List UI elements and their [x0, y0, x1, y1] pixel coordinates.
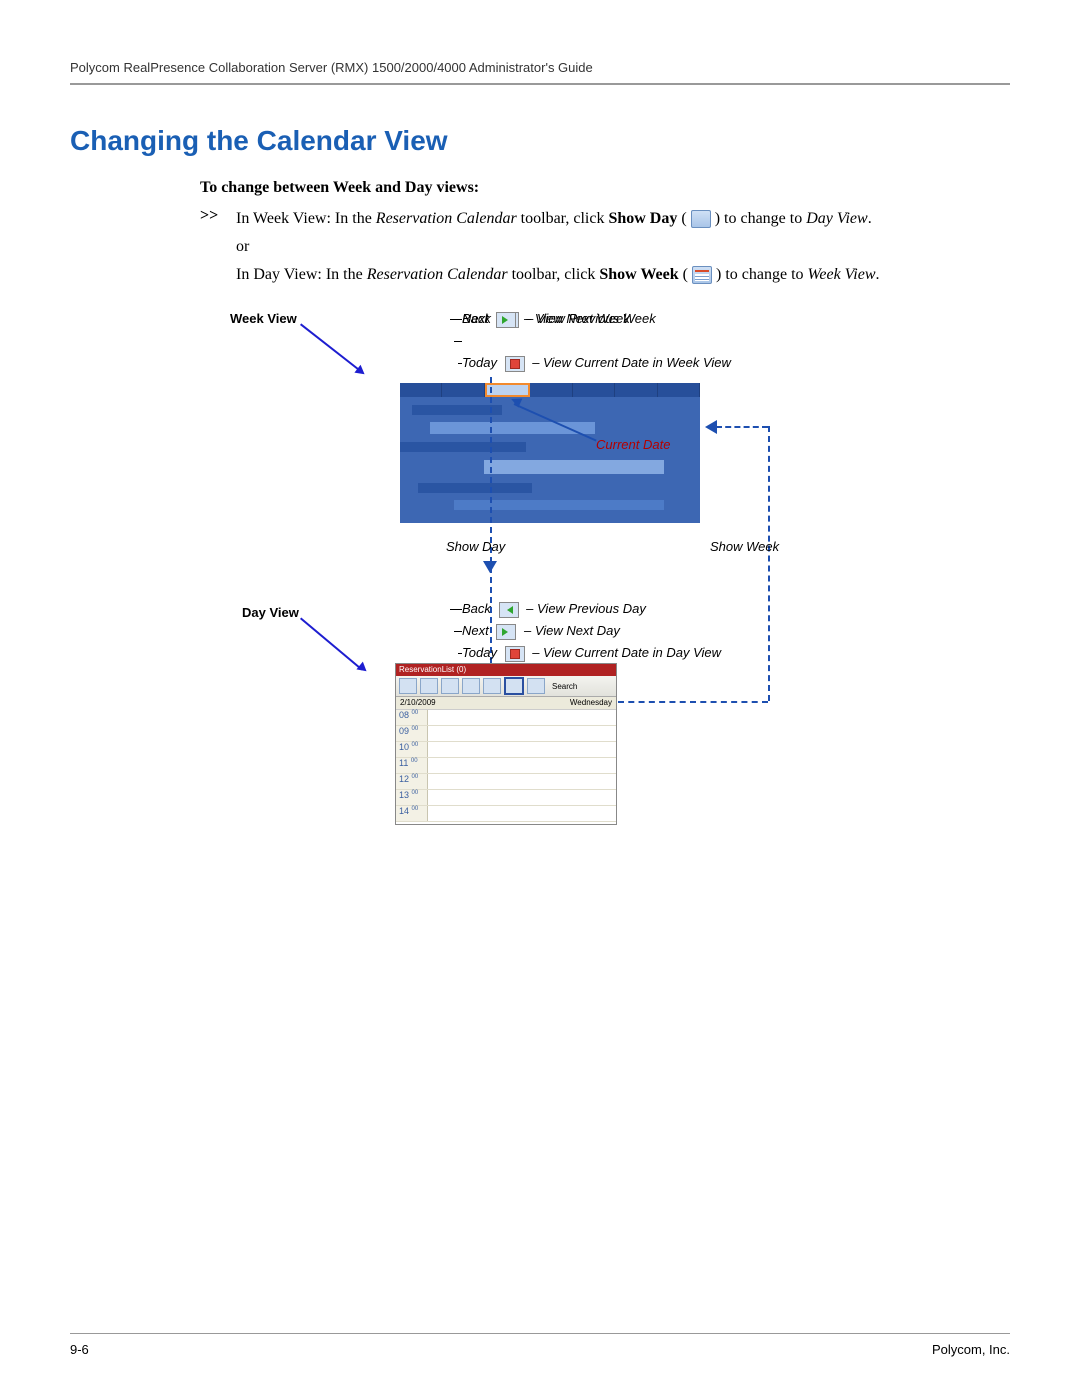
back-icon: [499, 602, 519, 618]
week-view-panel: [400, 383, 700, 523]
legend-next-week: Next – View Next Week: [462, 311, 630, 328]
dash-line: [716, 426, 768, 428]
show-week-label: Show Week: [710, 539, 779, 554]
day-view-panel: ReservationList (0) Search 2/10/2009 Wed…: [395, 663, 617, 825]
today-icon: [505, 646, 525, 662]
day-panel-hours: 08 00 09 00 10 00 11 00 12 00 13 00 14 0…: [396, 710, 616, 822]
search-label: Search: [552, 682, 577, 691]
footer-company: Polycom, Inc.: [932, 1342, 1010, 1357]
day-panel-toolbar: Search: [396, 676, 616, 697]
pointer-line: [300, 617, 363, 670]
today-icon: [505, 356, 525, 372]
procedure-step: >> In Week View: In the Reservation Cale…: [200, 207, 1010, 287]
show-week-toolbar-button[interactable]: [504, 677, 524, 695]
toolbar-button[interactable]: [527, 678, 545, 694]
step1-text: In Week View: In the Reservation Calenda…: [236, 210, 872, 227]
step2-text: In Day View: In the Reservation Calendar…: [236, 266, 879, 283]
show-week-icon: [692, 266, 712, 284]
section-title: Changing the Calendar View: [70, 125, 1010, 157]
page-footer: 9-6 Polycom, Inc.: [70, 1333, 1010, 1357]
header-rule: [70, 83, 1010, 85]
show-day-label: Show Day: [446, 539, 505, 554]
legend-next-day: Next – View Next Day: [462, 623, 620, 640]
pointer-arrowhead: [356, 662, 373, 679]
pointer-arrowhead: [354, 365, 371, 381]
dash-line: [768, 426, 770, 701]
or-text: or: [236, 235, 1010, 259]
show-day-arrowhead: [483, 561, 497, 580]
page-number: 9-6: [70, 1342, 89, 1357]
header-doc-title: Polycom RealPresence Collaboration Serve…: [70, 60, 1010, 75]
calendar-view-diagram: Week View Back – View Previous Week Next…: [200, 311, 960, 851]
day-name: Wednesday: [570, 697, 612, 709]
dash-line: [618, 701, 768, 703]
dash-arrow-into-week: [698, 420, 717, 434]
date-value: 2/10/2009: [400, 697, 436, 709]
toolbar-button[interactable]: [483, 678, 501, 694]
show-day-dash: [490, 377, 492, 663]
week-view-label: Week View: [230, 311, 297, 326]
show-day-icon: [691, 210, 711, 228]
legend-back-day: Back – View Previous Day: [462, 601, 646, 618]
current-date-label: Current Date: [596, 437, 670, 452]
next-icon: [496, 312, 516, 328]
step-marker: >>: [200, 207, 218, 225]
legend-today-week: Today – View Current Date in Week View: [462, 355, 731, 372]
toolbar-button[interactable]: [462, 678, 480, 694]
procedure-heading: To change between Week and Day views:: [200, 179, 1010, 197]
day-view-label: Day View: [242, 605, 299, 620]
legend-today-day: Today – View Current Date in Day View: [462, 645, 721, 662]
toolbar-button[interactable]: [399, 678, 417, 694]
day-panel-titlebar: ReservationList (0): [396, 664, 616, 676]
toolbar-button[interactable]: [441, 678, 459, 694]
pointer-line: [300, 323, 363, 373]
toolbar-button[interactable]: [420, 678, 438, 694]
next-icon: [496, 624, 516, 640]
day-panel-datebar: 2/10/2009 Wednesday: [396, 697, 616, 710]
